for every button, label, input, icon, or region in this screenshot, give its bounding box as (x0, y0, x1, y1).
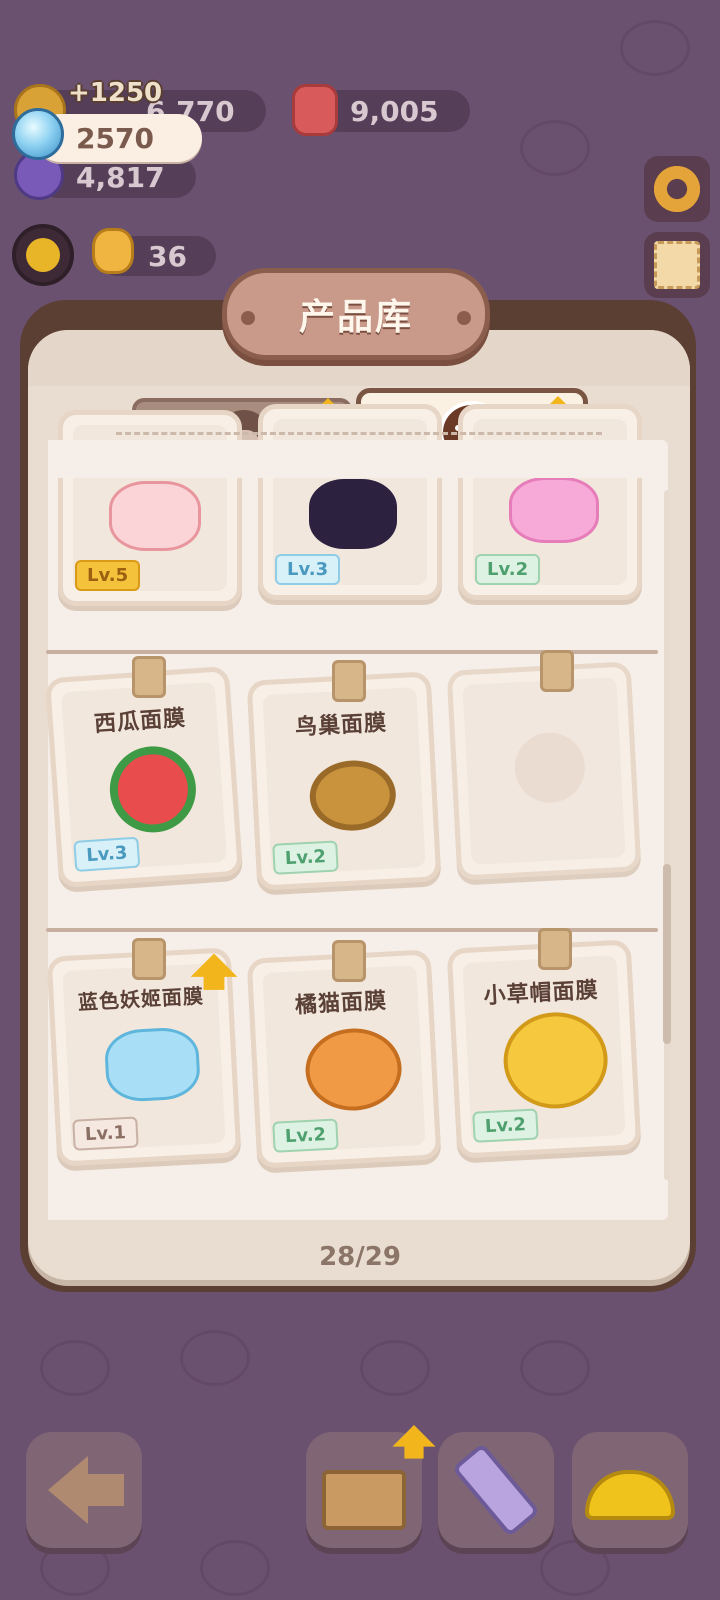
purple-value: 4,817 (76, 160, 165, 194)
level-badge: Lv.1 (72, 1116, 139, 1151)
product-card-locked[interactable] (446, 661, 642, 881)
blue-rose-mask-icon (103, 1026, 202, 1103)
back-button[interactable] (26, 1432, 142, 1548)
gear-icon (654, 166, 700, 212)
panel-title: 产品库 (298, 297, 413, 338)
level-badge: Lv.2 (272, 1118, 339, 1153)
level-badge: Lv.5 (75, 560, 141, 591)
clothespin (332, 940, 366, 982)
scroll-clip-bottom (48, 1192, 660, 1220)
clothespin (132, 938, 166, 980)
stamp-icon (654, 241, 700, 289)
duck-value: 36 (148, 239, 187, 273)
upgrade-arrow-icon (190, 953, 238, 993)
level-badge: Lv.2 (472, 1108, 539, 1143)
clothespin (538, 928, 572, 970)
stamp-button[interactable] (644, 232, 710, 298)
gain-popup: +1250 (68, 78, 163, 108)
level-badge: Lv.3 (275, 554, 341, 585)
settings-button[interactable] (644, 156, 710, 222)
scrollbar-thumb[interactable] (663, 864, 671, 1044)
scrollbar-track[interactable] (664, 490, 670, 1180)
level-badge: Lv.2 (272, 840, 339, 875)
product-card-bird-nest[interactable]: 鸟巢面膜 Lv.2 (246, 671, 442, 891)
strawberry-icon (292, 84, 338, 136)
plaque-rivet (457, 311, 471, 325)
lightbulb-icon (12, 108, 64, 160)
pink-mask-icon (509, 477, 599, 543)
clothespin (332, 660, 366, 702)
pencil-ruler-icon (451, 1442, 541, 1538)
clothespin (540, 650, 574, 692)
level-badge: Lv.3 (73, 836, 141, 873)
panel-title-plaque: 产品库 (222, 268, 490, 360)
hard-hat-icon (585, 1470, 675, 1520)
cardboard-box-icon (322, 1470, 406, 1530)
clothespin (132, 656, 166, 698)
gem-value: 9,005 (350, 94, 439, 128)
page-indicator: 28/29 (319, 1242, 401, 1272)
scroll-clip-top (48, 440, 660, 478)
duck-icon (92, 228, 134, 274)
sun-button[interactable] (12, 224, 74, 286)
tools-button[interactable] (438, 1432, 554, 1548)
plaque-rivet (241, 311, 255, 325)
back-arrow-icon (48, 1456, 124, 1524)
bulb-value: 2570 (76, 121, 154, 155)
product-card-orange-cat[interactable]: 橘猫面膜 Lv.2 (246, 949, 442, 1169)
starry-mask-icon (309, 479, 397, 549)
product-card-straw-hat[interactable]: 小草帽面膜 Lv.2 (446, 939, 642, 1159)
sun-icon (26, 238, 60, 272)
build-button[interactable] (572, 1432, 688, 1548)
upgrade-arrow-icon (392, 1425, 436, 1461)
strawberry-mask-icon (109, 481, 201, 551)
level-badge: Lv.2 (475, 554, 541, 585)
product-card-watermelon[interactable]: 西瓜面膜 Lv.3 (44, 665, 244, 889)
tab-divider (116, 432, 602, 440)
